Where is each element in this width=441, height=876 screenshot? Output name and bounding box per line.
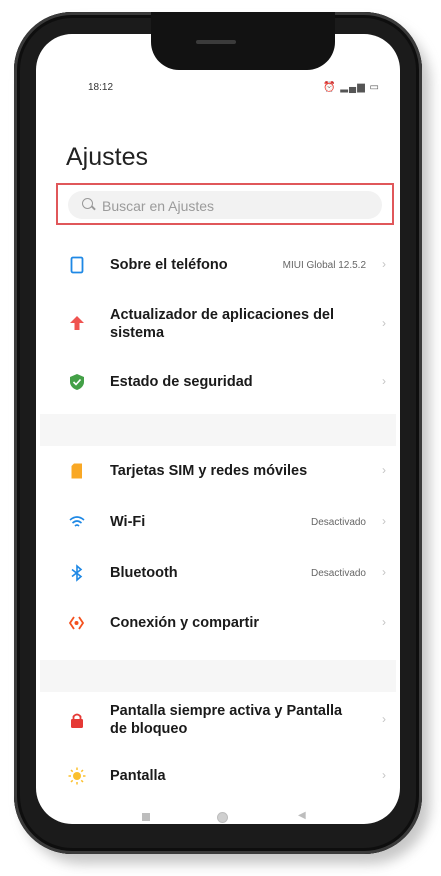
setting-label: Pantalla	[110, 768, 166, 784]
setting-label: Bluetooth	[110, 565, 178, 581]
wifi-icon	[69, 516, 85, 527]
search-icon	[82, 198, 93, 209]
speaker	[196, 40, 236, 44]
chevron-right-icon: ›	[382, 768, 386, 782]
setting-wifi[interactable]: Wi-Fi Desactivado ›	[66, 512, 396, 532]
setting-label: Sobre el teléfono	[110, 257, 228, 273]
setting-value: MIUI Global 12.5.2	[282, 260, 366, 271]
setting-sim-networks[interactable]: Tarjetas SIM y redes móviles ›	[66, 461, 396, 481]
section-divider	[40, 660, 396, 692]
back-button[interactable]: ◀	[298, 810, 306, 821]
setting-value: Desactivado	[310, 568, 366, 579]
status-time: 18:12	[88, 82, 114, 93]
bluetooth-icon	[71, 564, 83, 582]
chevron-right-icon: ›	[382, 615, 386, 629]
setting-label: Estado de seguridad	[110, 374, 253, 390]
setting-label: Actualizador de aplicaciones del sistema	[110, 307, 335, 341]
chevron-right-icon: ›	[382, 374, 386, 388]
notch	[151, 12, 335, 70]
arrow-up-icon	[70, 316, 84, 330]
lock-icon	[71, 713, 83, 728]
navigation-bar: ◀	[40, 810, 396, 830]
status-icons: ⏰ ▂▄▆ ▭	[323, 82, 380, 93]
setting-bluetooth[interactable]: Bluetooth Desactivado ›	[66, 563, 396, 583]
setting-label: Wi-Fi	[110, 514, 146, 530]
home-button[interactable]	[217, 812, 228, 823]
setting-label: Conexión y compartir	[110, 615, 260, 631]
chevron-right-icon: ›	[382, 712, 386, 726]
chevron-right-icon: ›	[382, 514, 386, 528]
setting-label: Tarjetas SIM y redes móviles	[110, 463, 308, 479]
setting-always-on-lock-screen[interactable]: Pantalla siempre activa y Pantalla de bl…	[66, 700, 396, 740]
setting-about-phone[interactable]: Sobre el teléfono MIUI Global 12.5.2 ›	[66, 255, 396, 275]
search-box[interactable]	[68, 191, 382, 221]
connection-icon	[68, 616, 85, 630]
search-input[interactable]	[100, 191, 364, 221]
chevron-right-icon: ›	[382, 257, 386, 271]
setting-system-app-updater[interactable]: Actualizador de aplicaciones del sistema…	[66, 304, 396, 344]
chevron-right-icon: ›	[382, 316, 386, 330]
setting-label: Pantalla siempre activa y Pantalla de bl…	[110, 703, 343, 737]
sim-icon	[71, 463, 82, 479]
recents-button[interactable]	[142, 813, 150, 821]
sun-icon	[68, 767, 86, 785]
setting-connection-sharing[interactable]: Conexión y compartir ›	[66, 613, 396, 633]
setting-value: Desactivado	[310, 517, 366, 528]
phone-icon	[70, 256, 84, 274]
chevron-right-icon: ›	[382, 565, 386, 579]
shield-icon	[70, 374, 84, 390]
page-title: Ajustes	[66, 143, 148, 171]
setting-display[interactable]: Pantalla ›	[66, 766, 396, 786]
section-divider	[40, 414, 396, 446]
status-bar: 18:12 ⏰ ▂▄▆ ▭	[88, 82, 388, 98]
setting-security-status[interactable]: Estado de seguridad ›	[66, 372, 396, 392]
chevron-right-icon: ›	[382, 463, 386, 477]
